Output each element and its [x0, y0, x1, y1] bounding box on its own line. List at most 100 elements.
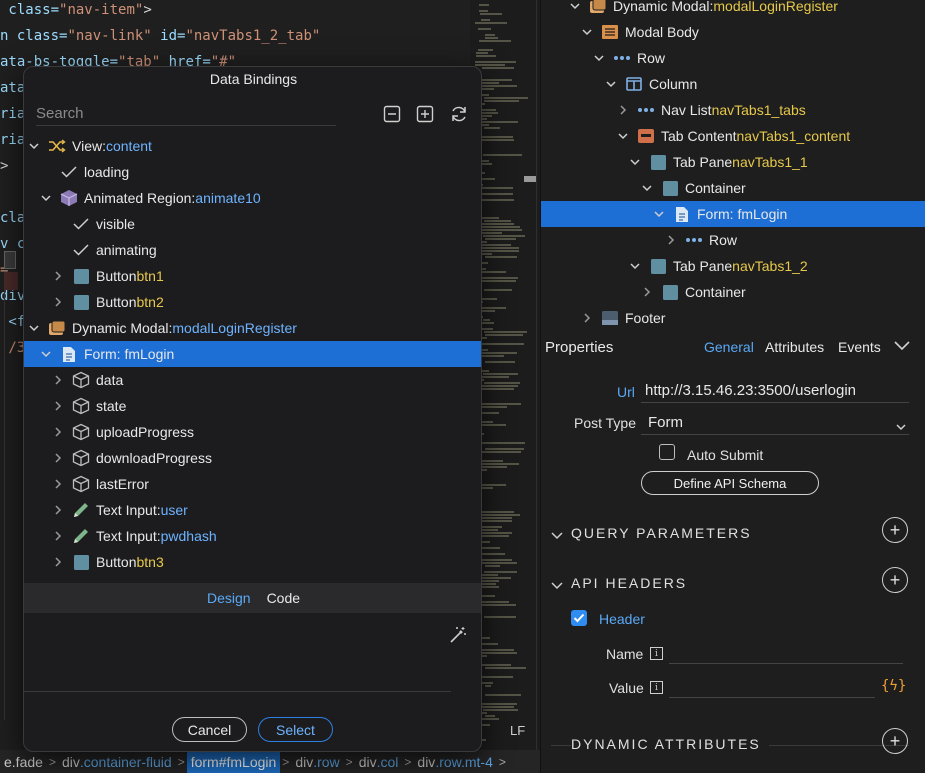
header-label[interactable]: Header: [599, 611, 645, 627]
binding-tree-item[interactable]: data: [24, 367, 481, 393]
binding-tree-item[interactable]: Text Input: pwdhash: [24, 523, 481, 549]
minimap-scroll-thumb[interactable]: [524, 176, 536, 182]
binding-tree-item[interactable]: Text Input: user: [24, 497, 481, 523]
name-input[interactable]: [669, 663, 903, 664]
chevron-down-icon[interactable]: [627, 154, 643, 170]
cancel-button[interactable]: Cancel: [172, 717, 247, 742]
tab-design[interactable]: Design: [207, 590, 251, 606]
chevron-down-icon[interactable]: [651, 206, 667, 222]
value-input[interactable]: [669, 697, 875, 698]
breadcrumb-item[interactable]: div .container-fluid: [58, 750, 176, 773]
tab-general[interactable]: General: [704, 339, 754, 355]
chevron-right-icon[interactable]: [50, 450, 66, 466]
post-type-select[interactable]: Form: [648, 414, 683, 431]
tab-events[interactable]: Events: [838, 339, 881, 355]
binding-tree-item[interactable]: lastError: [24, 471, 481, 497]
chevron-right-icon[interactable]: [579, 310, 595, 326]
breadcrumb-item[interactable]: div .row: [291, 750, 343, 773]
breadcrumb-item[interactable]: div .col: [355, 750, 403, 773]
chevron-down-icon[interactable]: [26, 320, 42, 336]
chevron-down-icon[interactable]: [38, 190, 54, 206]
tree-item-label: data: [96, 372, 124, 388]
chevron-right-icon[interactable]: [50, 424, 66, 440]
structure-tree-item[interactable]: Form: fmLogin: [541, 201, 925, 227]
chevron-down-icon[interactable]: [579, 24, 595, 40]
breadcrumb-item[interactable]: form#fmLogin: [186, 750, 281, 773]
api-headers-title[interactable]: API HEADERS: [571, 575, 687, 591]
binding-tree-item[interactable]: state: [24, 393, 481, 419]
chevron-down-icon[interactable]: [551, 577, 563, 595]
chevron-down-icon[interactable]: [603, 76, 619, 92]
binding-tree-item[interactable]: Animated Region: animate10: [24, 185, 481, 211]
info-icon[interactable]: i: [650, 647, 663, 660]
binding-tree-item[interactable]: Button btn3: [24, 549, 481, 575]
breadcrumb-item[interactable]: div .row.mt-4: [413, 750, 496, 773]
define-api-schema-button[interactable]: Define API Schema: [641, 471, 819, 495]
chevron-right-icon[interactable]: [50, 528, 66, 544]
chevron-down-icon[interactable]: [627, 258, 643, 274]
chevron-right-icon[interactable]: [50, 476, 66, 492]
add-api-header-button[interactable]: +: [882, 567, 908, 593]
tab-attributes[interactable]: Attributes: [765, 339, 824, 355]
chevron-right-icon[interactable]: [663, 232, 679, 248]
header-checkbox[interactable]: [571, 610, 587, 626]
binding-tree-item[interactable]: Form: fmLogin: [24, 341, 481, 367]
binding-tree-item[interactable]: uploadProgress: [24, 419, 481, 445]
structure-tree-item[interactable]: Footer: [541, 305, 925, 331]
info-icon[interactable]: i: [650, 681, 663, 694]
binding-tree-item[interactable]: loading: [24, 159, 481, 185]
chevron-right-icon[interactable]: [50, 294, 66, 310]
structure-tree-item[interactable]: Dynamic Modal: modalLoginRegister: [541, 0, 925, 19]
structure-tree-item[interactable]: Tab Content navTabs1_content: [541, 123, 925, 149]
structure-tree-item[interactable]: Nav List navTabs1_tabs: [541, 97, 925, 123]
expand-all-icon[interactable]: [414, 103, 436, 125]
chevron-right-icon[interactable]: [615, 102, 631, 118]
chevron-right-icon[interactable]: [50, 372, 66, 388]
chevron-right-icon[interactable]: [50, 554, 66, 570]
chevron-right-icon[interactable]: [50, 268, 66, 284]
dynamic-value-icon[interactable]: {ϟ}: [881, 678, 906, 694]
chevron-right-icon[interactable]: [50, 398, 66, 414]
breadcrumb-item[interactable]: e.fade: [0, 750, 47, 773]
chevron-down-icon[interactable]: [591, 50, 607, 66]
binding-tree-item[interactable]: animating: [24, 237, 481, 263]
chevron-down-icon[interactable]: [639, 180, 655, 196]
tab-code[interactable]: Code: [267, 590, 300, 606]
chevron-down-icon[interactable]: [26, 138, 42, 154]
magic-wand-icon[interactable]: [448, 625, 468, 645]
url-field[interactable]: http://3.15.46.23:3500/userlogin: [645, 382, 856, 399]
binding-tree-item[interactable]: Button btn1: [24, 263, 481, 289]
chevron-right-icon[interactable]: [639, 284, 655, 300]
add-query-parameter-button[interactable]: +: [882, 517, 908, 543]
chevron-down-icon[interactable]: [38, 346, 54, 362]
chevron-right-icon[interactable]: [50, 502, 66, 518]
binding-tree-item[interactable]: visible: [24, 211, 481, 237]
auto-submit-checkbox[interactable]: [659, 444, 675, 460]
query-parameters-title[interactable]: QUERY PARAMETERS: [571, 525, 752, 541]
structure-tree-item[interactable]: Modal Body: [541, 19, 925, 45]
structure-tree-item[interactable]: Container: [541, 279, 925, 305]
binding-tree-item[interactable]: downloadProgress: [24, 445, 481, 471]
binding-tree-item[interactable]: Dynamic Modal: modalLoginRegister: [24, 315, 481, 341]
select-button[interactable]: Select: [258, 717, 333, 742]
structure-tree-item[interactable]: Container: [541, 175, 925, 201]
structure-tree-item[interactable]: Tab Pane navTabs1_2: [541, 253, 925, 279]
binding-tree-item[interactable]: View: content: [24, 133, 481, 159]
structure-tree-item[interactable]: Column: [541, 71, 925, 97]
expression-editor[interactable]: [24, 613, 481, 693]
chevron-down-icon[interactable]: [567, 0, 583, 14]
collapse-all-icon[interactable]: [381, 103, 403, 125]
add-dynamic-attribute-button[interactable]: +: [882, 728, 908, 754]
chevron-down-icon[interactable]: [893, 339, 911, 356]
animated-region-icon: [60, 190, 78, 206]
structure-tree-item[interactable]: Tab Pane navTabs1_1: [541, 149, 925, 175]
chevron-down-icon[interactable]: [615, 128, 631, 144]
refresh-icon[interactable]: [448, 103, 470, 125]
structure-tree-item[interactable]: Row: [541, 45, 925, 71]
dynamic-attributes-title[interactable]: DYNAMIC ATTRIBUTES: [571, 736, 769, 752]
line-ending-indicator[interactable]: LF: [510, 723, 525, 738]
search-input[interactable]: [36, 102, 336, 126]
chevron-down-icon[interactable]: [551, 527, 563, 545]
structure-tree-item[interactable]: Row: [541, 227, 925, 253]
binding-tree-item[interactable]: Button btn2: [24, 289, 481, 315]
